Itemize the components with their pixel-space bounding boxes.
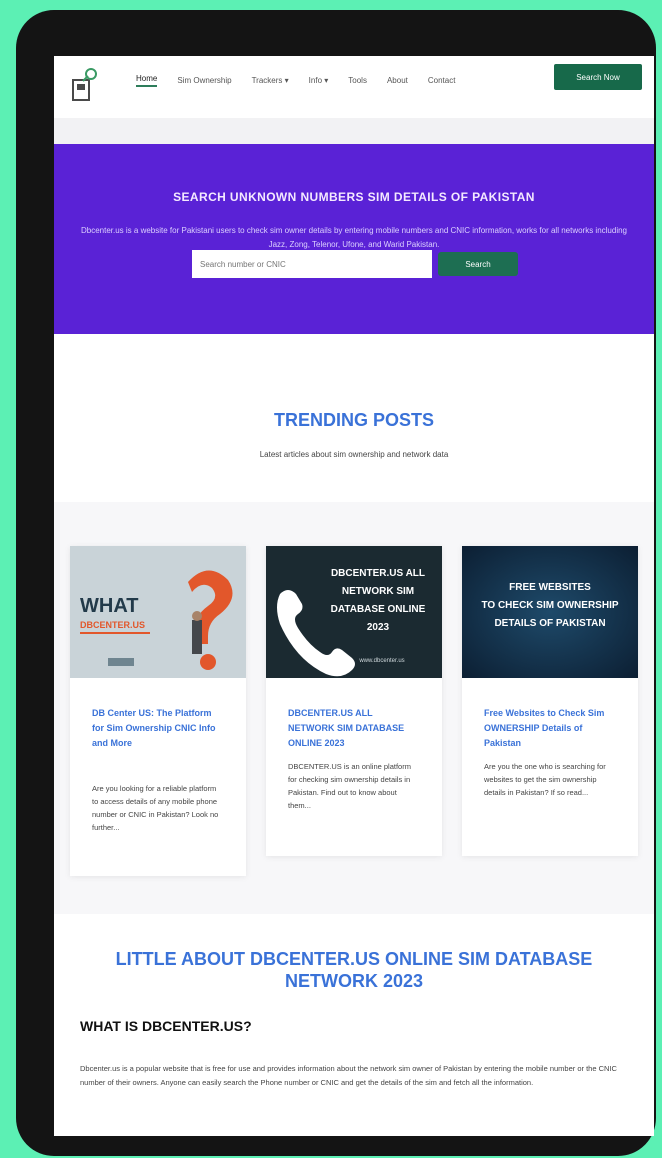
nav-item-trackers[interactable]: Trackers ▾ bbox=[252, 76, 289, 85]
post-thumbnail[interactable]: DBCENTER.US ALL NETWORK SIM DATABASE ONL… bbox=[266, 546, 442, 678]
nav-item-info[interactable]: Info ▾ bbox=[309, 76, 329, 85]
header-cta-button[interactable]: Search Now bbox=[554, 64, 642, 90]
thumb-text: DBCENTER.US ALL bbox=[331, 568, 425, 579]
thumb-text: DATABASE ONLINE bbox=[331, 604, 426, 615]
nav-item-info-label: Info bbox=[308, 75, 323, 85]
about-heading: WHAT IS DBCENTER.US? bbox=[80, 1018, 252, 1034]
trending-subtitle: Latest articles about sim ownership and … bbox=[259, 450, 449, 459]
thumb-text: WHAT bbox=[80, 595, 139, 617]
thumb-url: www.dbcenter.us bbox=[358, 658, 404, 664]
about-section-title: LITTLE ABOUT DBCENTER.US ONLINE SIM DATA… bbox=[115, 949, 593, 991]
hero-section: SEARCH UNKNOWN NUMBERS SIM DETAILS OF PA… bbox=[54, 144, 654, 334]
nav-item-contact[interactable]: Contact bbox=[428, 76, 456, 85]
post-thumbnail[interactable]: FREE WEBSITES TO CHECK SIM OWNERSHIP DET… bbox=[462, 546, 638, 678]
thumb-text: 2023 bbox=[367, 622, 390, 633]
hero-title: SEARCH UNKNOWN NUMBERS SIM DETAILS OF PA… bbox=[173, 190, 535, 204]
post-excerpt: Are you looking for a reliable platform … bbox=[92, 784, 219, 832]
thumb-text: TO CHECK SIM OWNERSHIP bbox=[481, 600, 618, 611]
nav-item-about[interactable]: About bbox=[387, 76, 408, 85]
post-thumbnail[interactable]: WHAT DBCENTER.US bbox=[70, 546, 246, 678]
post-card[interactable]: FREE WEBSITES TO CHECK SIM OWNERSHIP DET… bbox=[462, 546, 638, 856]
thumb-text: NETWORK SIM bbox=[342, 586, 414, 597]
post-title[interactable]: DBCENTER.US ALL NETWORK SIM DATABASE ONL… bbox=[288, 706, 418, 751]
nav-item-sim-ownership[interactable]: Sim Ownership bbox=[177, 76, 231, 85]
post-card[interactable]: WHAT DBCENTER.US DB Center US: The Platf… bbox=[70, 546, 246, 876]
trending-title: TRENDING POSTS bbox=[273, 410, 434, 430]
post-title[interactable]: DB Center US: The Platform for Sim Owner… bbox=[92, 706, 222, 751]
thumb-text: DETAILS OF PAKISTAN bbox=[494, 618, 605, 629]
nav-item-home[interactable]: Home bbox=[136, 74, 158, 87]
post-card[interactable]: DBCENTER.US ALL NETWORK SIM DATABASE ONL… bbox=[266, 546, 442, 856]
search-input[interactable] bbox=[192, 250, 432, 278]
search-button[interactable]: Search bbox=[438, 252, 518, 276]
site-header: Home Sim Ownership Trackers ▾ Info ▾ Too… bbox=[54, 56, 654, 118]
thumb-text: FREE WEBSITES bbox=[509, 582, 591, 593]
site-logo-icon[interactable] bbox=[70, 66, 100, 104]
main-nav: Home Sim Ownership Trackers ▾ Info ▾ Too… bbox=[136, 70, 475, 90]
nav-item-tools[interactable]: Tools bbox=[348, 76, 367, 85]
post-title[interactable]: Free Websites to Check Sim OWNERSHIP Det… bbox=[484, 706, 614, 751]
thumb-text: DBCENTER.US bbox=[80, 620, 145, 630]
nav-item-trackers-label: Trackers bbox=[251, 75, 283, 85]
hero-description: Dbcenter.us is a website for Pakistani u… bbox=[80, 226, 628, 249]
about-paragraph: Dbcenter.us is a popular website that is… bbox=[80, 1064, 617, 1087]
tablet-frame: Home Sim Ownership Trackers ▾ Info ▾ Too… bbox=[16, 10, 656, 1156]
post-excerpt: Are you the one who is searching for web… bbox=[484, 762, 606, 797]
browser-viewport: Home Sim Ownership Trackers ▾ Info ▾ Too… bbox=[54, 56, 654, 1136]
post-excerpt: DBCENTER.US is an online platform for ch… bbox=[288, 762, 411, 810]
